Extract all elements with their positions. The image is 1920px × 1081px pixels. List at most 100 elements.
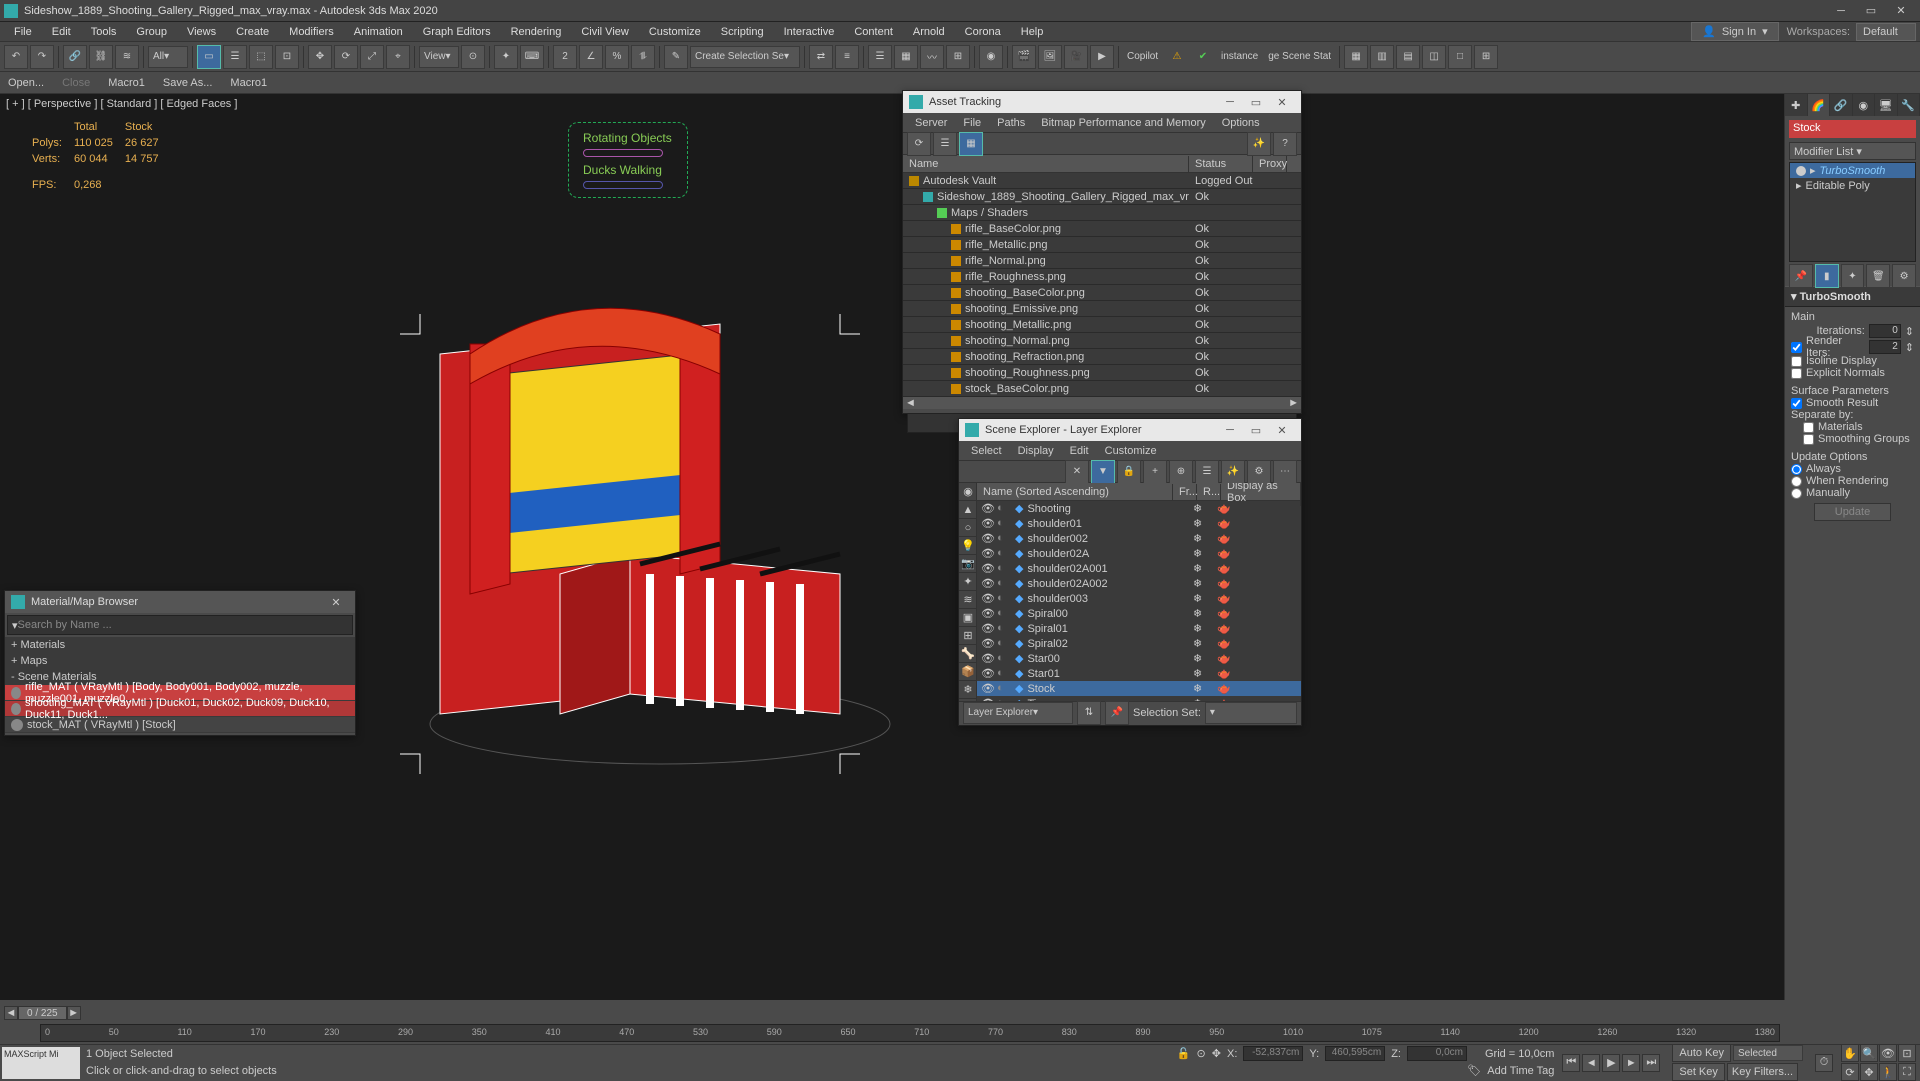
menu-edit[interactable]: Edit <box>42 24 81 40</box>
edit-named-sel-button[interactable]: ✎ <box>664 45 688 69</box>
se-row[interactable]: 👁◐◆shoulder01❄🫖 <box>977 516 1301 531</box>
time-slider[interactable]: ◄ 0 / 225 ► <box>4 1004 1780 1022</box>
at-row[interactable]: shooting_Normal.pngOk <box>903 333 1301 349</box>
se-filter-all[interactable]: ◉ <box>959 483 977 501</box>
se-row[interactable]: 👁◐◆shoulder002❄🫖 <box>977 531 1301 546</box>
update-always-radio[interactable] <box>1791 464 1802 475</box>
at-row[interactable]: stock_BaseColor.pngOk <box>903 381 1301 397</box>
at-col-name[interactable]: Name <box>903 156 1189 172</box>
tab-modify[interactable]: 🌈 <box>1808 94 1831 116</box>
at-row[interactable]: shooting_Emissive.pngOk <box>903 301 1301 317</box>
se-filter-shapes[interactable]: ○ <box>959 519 977 537</box>
placement-button[interactable]: ⌖ <box>386 45 410 69</box>
vp-layout-6-button[interactable]: ⊞ <box>1474 45 1498 69</box>
se-menu-display[interactable]: Display <box>1010 443 1062 459</box>
panel-close-button[interactable]: ✕ <box>1269 93 1295 111</box>
modifier-stack[interactable]: ▸TurboSmooth ▸Editable Poly <box>1789 162 1916 262</box>
make-unique-button[interactable]: ✦ <box>1841 264 1865 288</box>
iterations-spinner[interactable]: 0 <box>1869 324 1901 338</box>
manipulate-button[interactable]: ✦ <box>494 45 518 69</box>
maximize-button[interactable]: ▭ <box>1856 1 1886 21</box>
at-menu-bitmap[interactable]: Bitmap Performance and Memory <box>1033 115 1213 131</box>
menu-group[interactable]: Group <box>126 24 177 40</box>
snap-2d-button[interactable]: 2 <box>553 45 577 69</box>
saveas-button[interactable]: Save As... <box>163 77 213 89</box>
link-button[interactable]: 🔗 <box>63 45 87 69</box>
use-center-button[interactable]: ⊙ <box>461 45 485 69</box>
vp-layout-4-button[interactable]: ◫ <box>1422 45 1446 69</box>
menu-modifiers[interactable]: Modifiers <box>279 24 344 40</box>
window-crossing-button[interactable]: ⊡ <box>275 45 299 69</box>
se-lock-button[interactable]: 🔒 <box>1117 460 1141 484</box>
menu-rendering[interactable]: Rendering <box>501 24 572 40</box>
nav-zoom-extents-button[interactable]: ⊡ <box>1898 1044 1916 1062</box>
undo-button[interactable]: ↶ <box>4 45 28 69</box>
at-menu-server[interactable]: Server <box>907 115 955 131</box>
macro1b-button[interactable]: Macro1 <box>230 77 267 89</box>
at-list-button[interactable]: ☰ <box>933 132 957 156</box>
panel-close-button[interactable]: ✕ <box>1269 421 1295 439</box>
time-next-button[interactable]: ► <box>67 1006 81 1020</box>
se-filter-space[interactable]: ≋ <box>959 591 977 609</box>
add-time-tag[interactable]: Add Time Tag <box>1487 1065 1554 1077</box>
at-row[interactable]: Maps / Shaders <box>903 205 1301 221</box>
bulb-icon[interactable] <box>1796 166 1806 176</box>
at-row[interactable]: rifle_BaseColor.pngOk <box>903 221 1301 237</box>
select-name-button[interactable]: ☰ <box>223 45 247 69</box>
panel-minimize-button[interactable]: ─ <box>1217 93 1243 111</box>
viewport[interactable]: [ + ] [ Perspective ] [ Standard ] [ Edg… <box>0 94 1784 1000</box>
lock-icon[interactable]: 🔓 <box>1177 1047 1191 1060</box>
time-prev-button[interactable]: ◄ <box>4 1006 18 1020</box>
menu-views[interactable]: Views <box>177 24 226 40</box>
menu-scripting[interactable]: Scripting <box>711 24 774 40</box>
close-button[interactable]: ✕ <box>1886 1 1916 21</box>
se-newlayer-button[interactable]: + <box>1143 460 1167 484</box>
x-coord-input[interactable]: -52,837cm <box>1243 1046 1303 1061</box>
panel-close-button[interactable]: ✕ <box>323 593 349 611</box>
play-button[interactable]: ▶ <box>1602 1054 1620 1072</box>
goto-start-button[interactable]: ⏮ <box>1562 1054 1580 1072</box>
at-menu-file[interactable]: File <box>955 115 989 131</box>
align-button[interactable]: ≡ <box>835 45 859 69</box>
render-frame-button[interactable]: 🖼 <box>1038 45 1062 69</box>
mirror-button[interactable]: ⇄ <box>809 45 833 69</box>
update-render-radio[interactable] <box>1791 476 1802 487</box>
z-coord-input[interactable]: 0,0cm <box>1407 1046 1467 1061</box>
keymode-dropdown[interactable]: Selected <box>1733 1045 1803 1061</box>
rotate-button[interactable]: ⟳ <box>334 45 358 69</box>
se-filter-bone[interactable]: 🦴 <box>959 645 977 663</box>
se-filter-cameras[interactable]: 📷 <box>959 555 977 573</box>
layer-explorer-button[interactable]: ☰ <box>868 45 892 69</box>
se-row[interactable]: 👁◐◆shoulder02A002❄🫖 <box>977 576 1301 591</box>
se-col-name[interactable]: Name (Sorted Ascending) <box>977 484 1173 500</box>
at-row[interactable]: shooting_Refraction.pngOk <box>903 349 1301 365</box>
at-menu-options[interactable]: Options <box>1214 115 1268 131</box>
menu-civilview[interactable]: Civil View <box>571 24 638 40</box>
at-scrollbar-h[interactable]: ◄► <box>903 397 1301 409</box>
menu-grapheditors[interactable]: Graph Editors <box>413 24 501 40</box>
setkey-button[interactable]: Set Key <box>1672 1063 1725 1081</box>
timeline-ruler[interactable]: 0501101702302903504104705305906507107708… <box>40 1024 1780 1042</box>
vp-layout-5-button[interactable]: □ <box>1448 45 1472 69</box>
scenestat-button[interactable]: ge Scene Stat <box>1264 46 1335 68</box>
menu-content[interactable]: Content <box>844 24 903 40</box>
vp-layout-2-button[interactable]: ▥ <box>1370 45 1394 69</box>
at-row[interactable]: rifle_Metallic.pngOk <box>903 237 1301 253</box>
se-row[interactable]: 👁◐◆Star01❄🫖 <box>977 666 1301 681</box>
object-name-field[interactable]: Stock <box>1789 120 1916 138</box>
menu-corona[interactable]: Corona <box>955 24 1011 40</box>
se-filter-button[interactable]: ▼ <box>1091 460 1115 484</box>
scene-explorer-titlebar[interactable]: Scene Explorer - Layer Explorer ─ ▭ ✕ <box>959 419 1301 441</box>
se-col-render[interactable]: R... <box>1197 484 1221 500</box>
overlay-rotating-slider[interactable] <box>583 149 663 157</box>
at-highlight-button[interactable]: ✨ <box>1247 132 1271 156</box>
se-menu-select[interactable]: Select <box>963 443 1010 459</box>
maxscript-listener[interactable]: MAXScript Mi <box>2 1047 80 1079</box>
modifier-list-dropdown[interactable]: Modifier List ▾ <box>1789 142 1916 160</box>
move-button[interactable]: ✥ <box>308 45 332 69</box>
tab-create[interactable]: ✚ <box>1785 94 1808 116</box>
se-row[interactable]: 👁◐◆Spiral02❄🫖 <box>977 636 1301 651</box>
menu-customize[interactable]: Customize <box>639 24 711 40</box>
mat-item-shooting[interactable]: shooting_MAT ( VRayMtl ) [Duck01, Duck02… <box>5 701 355 717</box>
render-iters-spinner[interactable]: 2 <box>1869 340 1901 354</box>
